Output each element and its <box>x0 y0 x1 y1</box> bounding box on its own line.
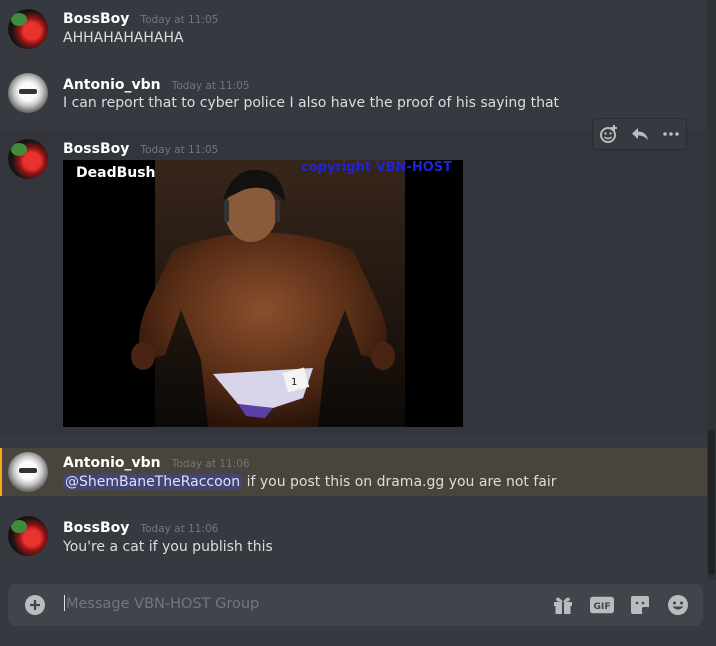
text-caret <box>64 595 65 611</box>
message-composer: Message VBN-HOST Group GIF <box>8 584 703 626</box>
username[interactable]: BossBoy <box>63 520 129 536</box>
timestamp: Today at 11:06 <box>140 523 219 535</box>
timestamp: Today at 11:06 <box>171 458 250 470</box>
gif-label: GIF <box>593 601 610 612</box>
message-text-body: if you post this on drama.gg you are not… <box>242 474 557 490</box>
message-header: Antonio_vbn Today at 11:06 <box>63 452 250 471</box>
message-input-placeholder: Message VBN-HOST Group <box>66 596 260 612</box>
username[interactable]: BossBoy <box>63 141 129 157</box>
message-input[interactable]: Message VBN-HOST Group <box>64 595 259 612</box>
message-item: BossBoy Today at 11:05 AHHAHAHAHAHA <box>0 0 707 64</box>
gif-icon[interactable]: GIF <box>590 593 614 617</box>
message-header: BossBoy Today at 11:05 <box>63 138 218 157</box>
message-header: BossBoy Today at 11:05 <box>63 8 218 27</box>
message-item: Antonio_vbn Today at 11:06 @ShemBaneTheR… <box>0 448 707 496</box>
bib-number: 1 <box>291 377 297 388</box>
emoji-icon[interactable] <box>666 593 690 617</box>
image-watermark: copyright VBN-HOST <box>301 160 452 175</box>
avatar[interactable] <box>8 452 48 492</box>
message-header: BossBoy Today at 11:06 <box>63 517 218 536</box>
avatar[interactable] <box>8 516 48 556</box>
message-list: BossBoy Today at 11:05 AHHAHAHAHAHA Anto… <box>0 0 707 580</box>
message-item: BossBoy Today at 11:06 You're a cat if y… <box>0 505 707 571</box>
bodybuilder-figure: 1 <box>131 169 395 427</box>
sticker-icon[interactable] <box>628 593 652 617</box>
user-mention[interactable]: @ShemBaneTheRaccoon <box>63 474 243 490</box>
message-actions-toolbar <box>592 118 687 150</box>
scrollbar[interactable] <box>707 0 716 580</box>
timestamp: Today at 11:05 <box>171 80 250 92</box>
message-text: AHHAHAHAHAHA <box>63 30 184 46</box>
reply-icon[interactable] <box>629 123 651 145</box>
more-icon[interactable] <box>660 123 682 145</box>
gift-icon[interactable] <box>551 593 575 617</box>
avatar[interactable] <box>8 9 48 49</box>
username[interactable]: BossBoy <box>63 11 129 27</box>
add-reaction-icon[interactable] <box>598 123 620 145</box>
scrollbar-thumb[interactable] <box>708 430 715 575</box>
avatar[interactable] <box>8 139 48 179</box>
timestamp: Today at 11:05 <box>140 144 219 156</box>
username[interactable]: Antonio_vbn <box>63 77 161 93</box>
image-brand-text: DeadBush <box>76 165 156 181</box>
avatar[interactable] <box>8 73 48 113</box>
image-attachment[interactable]: 1 DeadBush copyright VBN-HOST <box>63 160 463 427</box>
message-text: I can report that to cyber police I also… <box>63 95 560 111</box>
username[interactable]: Antonio_vbn <box>63 455 161 471</box>
timestamp: Today at 11:05 <box>140 14 219 26</box>
message-text: @ShemBaneTheRaccoon if you post this on … <box>63 474 557 490</box>
add-attachment-icon[interactable] <box>23 593 47 617</box>
message-header: Antonio_vbn Today at 11:05 <box>63 74 250 93</box>
message-text: You're a cat if you publish this <box>63 539 273 555</box>
